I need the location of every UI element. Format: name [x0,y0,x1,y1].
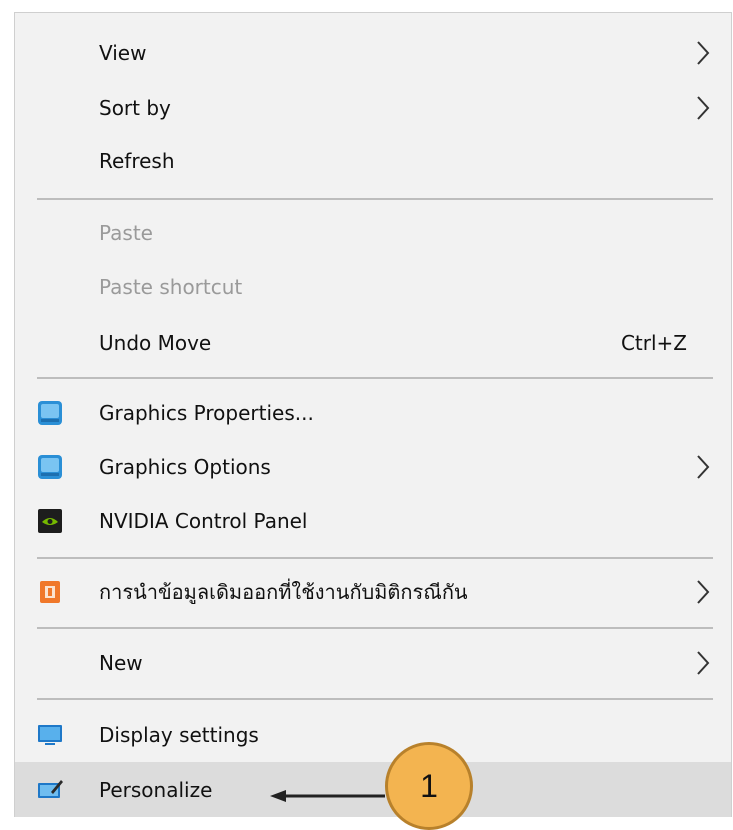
menu-item-label: Refresh [99,148,175,173]
personalize-icon [38,779,63,798]
menu-item-label: New [99,650,143,675]
menu-item-graphics-options[interactable]: Graphics Options [15,439,731,494]
menu-item-nvidia-control-panel[interactable]: NVIDIA Control Panel [15,493,731,548]
step-number: 1 [420,767,438,804]
menu-item-label: Sort by [99,95,171,120]
menu-item-label: การนำข้อมูลเดิมออกที่ใช้งานกับมิติกรณีกั… [99,579,468,604]
menu-item-new[interactable]: New [15,635,731,690]
keyboard-shortcut: Ctrl+Z [620,330,687,355]
menu-item-sort-by[interactable]: Sort by [15,80,731,135]
chevron-right-icon [697,650,710,675]
menu-item-thai-app[interactable]: การนำข้อมูลเดิมออกที่ใช้งานกับมิติกรณีกั… [15,564,731,619]
menu-item-label: Undo Move [99,330,212,355]
menu-item-graphics-properties[interactable]: Graphics Properties... [15,385,731,440]
display-icon [38,724,62,745]
menu-separator [37,557,713,559]
menu-item-refresh[interactable]: Refresh [15,133,731,188]
intel-graphics-icon [38,454,62,479]
menu-item-label: Paste [99,220,153,245]
chevron-right-icon [697,95,710,120]
callout-arrow-icon [270,790,385,802]
desktop-context-menu: View Sort by Refresh Paste Paste shortcu… [14,12,732,817]
menu-separator [37,198,713,200]
menu-item-label: Graphics Properties... [99,400,314,425]
menu-item-label: NVIDIA Control Panel [99,508,308,533]
intel-graphics-icon [38,400,62,425]
chevron-right-icon [697,454,710,479]
menu-item-paste: Paste [15,205,731,260]
chevron-right-icon [697,40,710,65]
menu-separator [37,377,713,379]
menu-item-label: View [99,40,147,65]
menu-item-label: Display settings [99,722,259,747]
menu-item-label: Personalize [99,777,213,802]
menu-separator [37,627,713,629]
orange-app-icon [40,580,60,603]
menu-separator [37,698,713,700]
menu-item-paste-shortcut: Paste shortcut [15,259,731,314]
menu-item-undo-move[interactable]: Undo Move Ctrl+Z [15,315,731,370]
menu-item-label: Graphics Options [99,454,271,479]
step-callout-badge: 1 [385,742,473,830]
menu-item-display-settings[interactable]: Display settings [15,707,731,762]
chevron-right-icon [697,579,710,604]
nvidia-icon [38,508,62,533]
menu-item-view[interactable]: View [15,25,731,80]
menu-item-label: Paste shortcut [99,274,243,299]
